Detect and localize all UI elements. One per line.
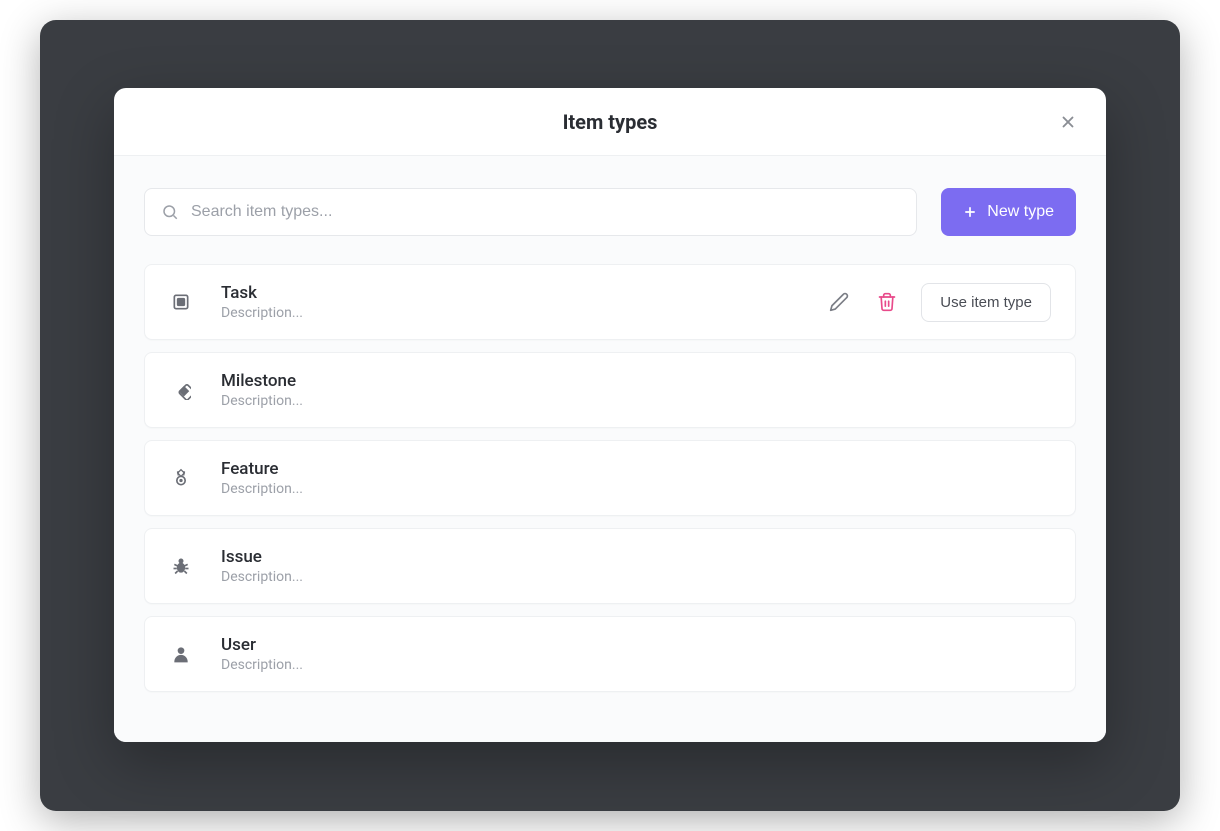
item-type-row-user[interactable]: User Description... — [144, 616, 1076, 692]
item-type-description: Description... — [221, 305, 825, 321]
item-type-name: Issue — [221, 547, 1051, 567]
item-type-info: Task Description... — [221, 283, 825, 321]
item-type-description: Description... — [221, 481, 1051, 497]
item-type-description: Description... — [221, 569, 1051, 585]
modal-body: New type Task Description... — [114, 156, 1106, 742]
item-type-name: Task — [221, 283, 825, 303]
milestone-icon — [169, 378, 193, 402]
item-type-name: Milestone — [221, 371, 1051, 391]
delete-button[interactable] — [873, 288, 901, 316]
item-type-row-task[interactable]: Task Description... Use item type — [144, 264, 1076, 340]
item-type-description: Description... — [221, 657, 1051, 673]
pencil-icon — [829, 292, 849, 312]
item-type-description: Description... — [221, 393, 1051, 409]
plus-icon — [963, 205, 977, 219]
new-type-label: New type — [987, 203, 1054, 221]
close-icon — [1059, 113, 1077, 131]
use-item-type-button[interactable]: Use item type — [921, 283, 1051, 322]
modal-header: Item types — [114, 88, 1106, 156]
modal-title: Item types — [563, 110, 658, 134]
search-input[interactable] — [191, 203, 900, 221]
item-type-actions: Use item type — [825, 283, 1051, 322]
item-type-info: User Description... — [221, 635, 1051, 673]
search-icon — [161, 203, 179, 221]
user-icon — [169, 642, 193, 666]
item-types-modal: Item types New type Task Descri — [114, 88, 1106, 742]
item-type-info: Milestone Description... — [221, 371, 1051, 409]
toolbar: New type — [144, 188, 1076, 236]
search-field[interactable] — [144, 188, 917, 236]
trash-icon — [877, 292, 897, 312]
edit-button[interactable] — [825, 288, 853, 316]
item-type-row-milestone[interactable]: Milestone Description... — [144, 352, 1076, 428]
item-type-info: Feature Description... — [221, 459, 1051, 497]
item-type-name: Feature — [221, 459, 1051, 479]
task-icon — [169, 290, 193, 314]
bug-icon — [169, 554, 193, 578]
item-type-row-issue[interactable]: Issue Description... — [144, 528, 1076, 604]
item-type-list: Task Description... Use item type — [144, 264, 1076, 692]
item-type-info: Issue Description... — [221, 547, 1051, 585]
feature-icon — [169, 466, 193, 490]
close-button[interactable] — [1054, 108, 1082, 136]
item-type-name: User — [221, 635, 1051, 655]
new-type-button[interactable]: New type — [941, 188, 1076, 236]
item-type-row-feature[interactable]: Feature Description... — [144, 440, 1076, 516]
